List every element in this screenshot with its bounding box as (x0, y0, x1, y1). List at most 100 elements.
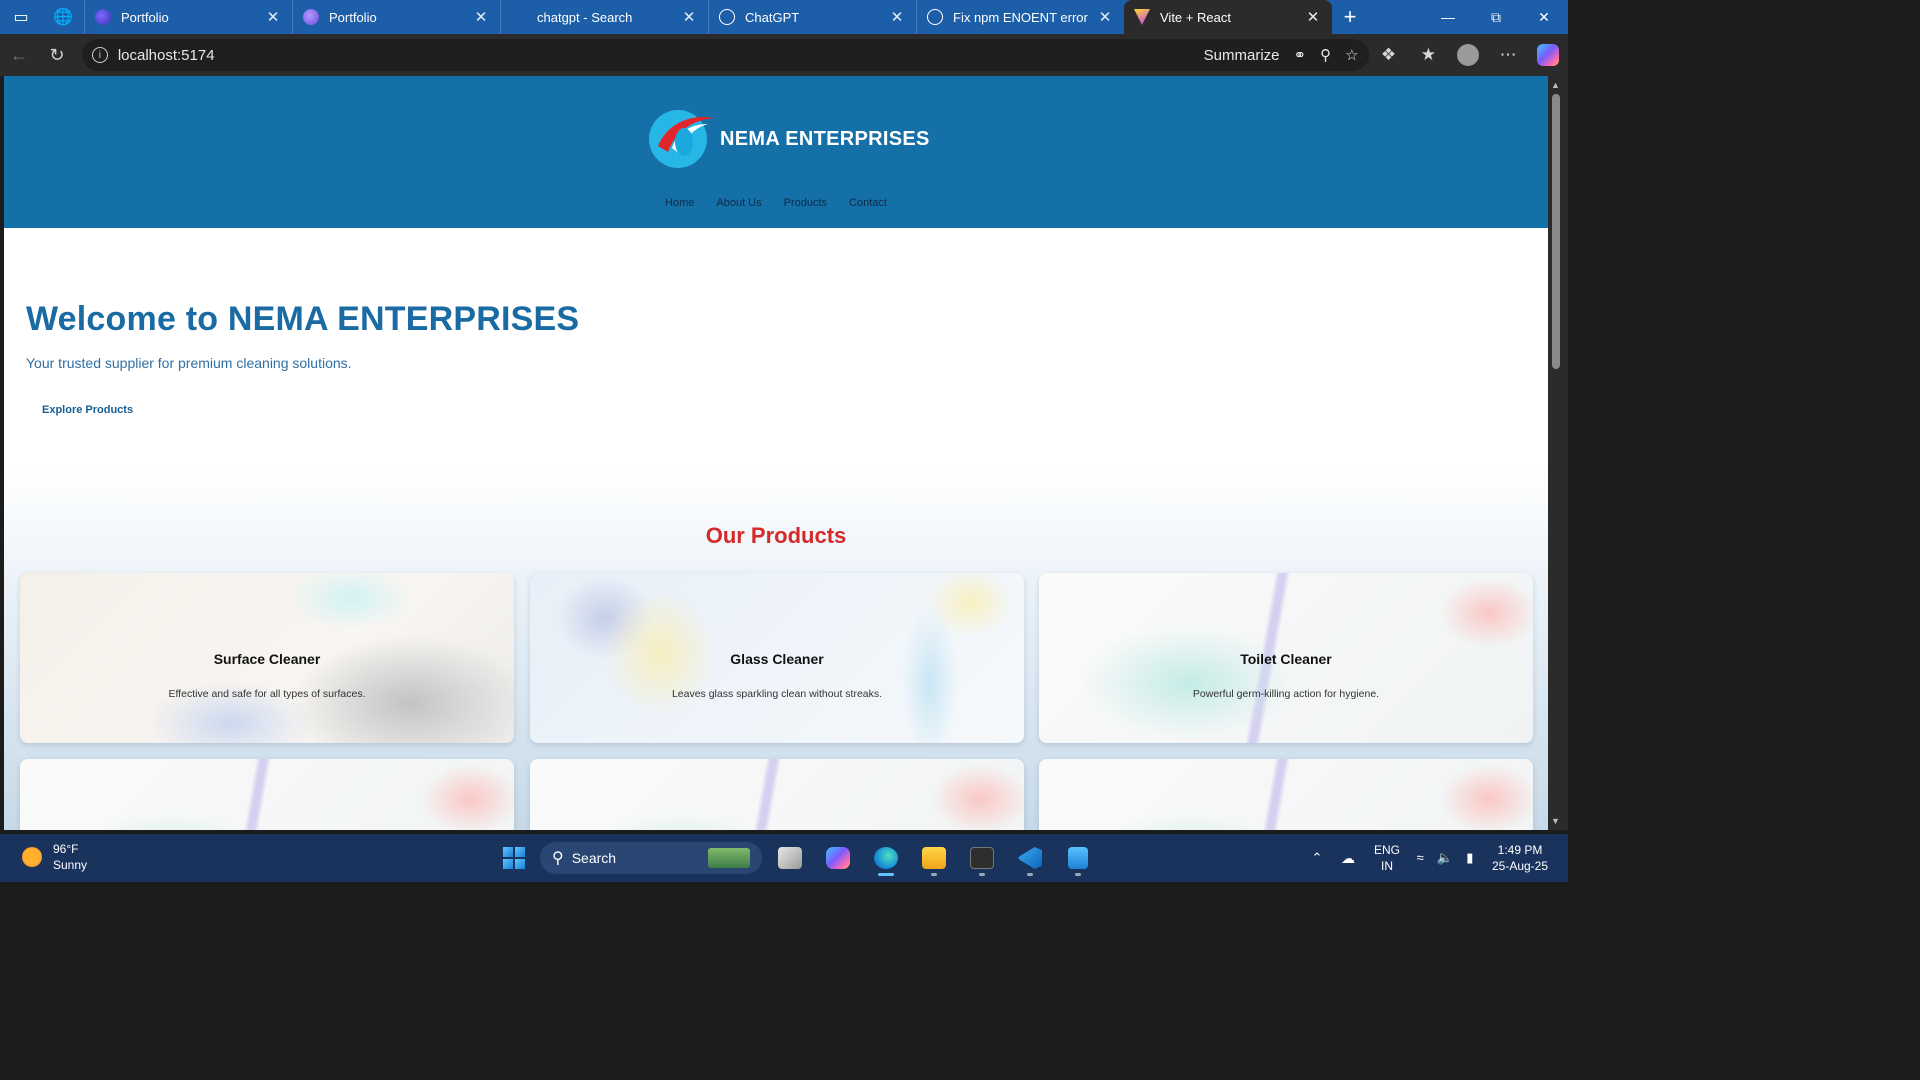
product-name: Toilet Cleaner (1240, 651, 1332, 667)
back-icon[interactable]: ← (0, 36, 38, 74)
copilot-icon[interactable] (818, 838, 858, 878)
profile-avatar-icon (1457, 44, 1480, 66)
close-tab-icon[interactable]: ✕ (1096, 8, 1114, 26)
weather-condition: Sunny (53, 858, 88, 872)
favorite-star-icon[interactable]: ☆ (1345, 46, 1358, 64)
window-controls: — ⧉ ✕ (1424, 0, 1568, 34)
close-tab-icon[interactable]: ✕ (680, 8, 698, 26)
copilot-button[interactable] (1528, 44, 1568, 66)
weather-widget[interactable]: 96°F Sunny (22, 841, 87, 873)
card-overlay (20, 759, 514, 830)
minimize-icon[interactable]: — (1424, 0, 1472, 34)
extensions-icon[interactable]: ❖ (1369, 45, 1409, 65)
file-explorer-icon[interactable] (914, 838, 954, 878)
product-card[interactable] (530, 759, 1024, 830)
tab-title: Vite + React (1160, 9, 1231, 25)
product-card[interactable] (1039, 759, 1533, 830)
hero-title: Welcome to NEMA ENTERPRISES (26, 300, 580, 338)
favorites-icon[interactable]: ★ (1408, 45, 1448, 65)
close-window-icon[interactable]: ✕ (1520, 0, 1568, 34)
product-name: Surface Cleaner (213, 651, 321, 667)
product-name: Glass Cleaner (730, 651, 824, 667)
language-indicator[interactable]: ENG IN (1364, 842, 1410, 874)
more-options-icon[interactable]: ⋯ (1488, 45, 1528, 65)
portfolio-favicon-icon (303, 9, 319, 25)
windows-logo-icon (503, 847, 525, 869)
tab-portfolio-2[interactable]: Portfolio ✕ (292, 0, 500, 34)
terminal-icon[interactable] (962, 838, 1002, 878)
tab-vite-react[interactable]: Vite + React ✕ (1124, 0, 1332, 34)
chatgpt-favicon-icon (927, 9, 943, 25)
taskbar-center: ⚲ Search (496, 838, 1098, 878)
chatgpt-favicon-icon (719, 9, 735, 25)
tab-portfolio-1[interactable]: Portfolio ✕ (84, 0, 292, 34)
close-tab-icon[interactable]: ✕ (472, 8, 490, 26)
product-card-toilet-cleaner[interactable]: Toilet Cleaner Powerful germ-killing act… (1039, 573, 1533, 743)
product-card[interactable] (20, 759, 514, 830)
tab-chatgpt[interactable]: ChatGPT ✕ (708, 0, 916, 34)
site-info-icon[interactable]: i (91, 47, 108, 63)
product-card-surface-cleaner[interactable]: Surface Cleaner Effective and safe for a… (20, 573, 514, 743)
start-button[interactable] (496, 840, 532, 876)
refresh-icon[interactable]: ↻ (38, 36, 76, 74)
address-bar[interactable]: i localhost:5174 Summarize ⚭ ⚲ ☆ (81, 39, 1369, 71)
close-tab-icon[interactable]: ✕ (1304, 8, 1322, 26)
scrollbar-thumb[interactable] (1552, 94, 1560, 369)
vscode-icon[interactable] (1010, 838, 1050, 878)
clock-time: 1:49 PM (1497, 843, 1543, 857)
taskbar-search[interactable]: ⚲ Search (540, 842, 762, 874)
page-scrollbar[interactable]: ▲ ▼ (1548, 76, 1568, 830)
tab-title: Portfolio (329, 9, 377, 25)
close-tab-icon[interactable]: ✕ (264, 8, 282, 26)
nav-products[interactable]: Products (784, 197, 827, 209)
zoom-out-icon[interactable]: ⚲ (1320, 46, 1331, 64)
tab-chatgpt-search[interactable]: chatgpt - Search ✕ (500, 0, 708, 34)
language-code: ENG (1373, 843, 1400, 857)
site-header: NEMA ENTERPRISES Home About Us Products … (4, 76, 1548, 228)
product-description: Effective and safe for all types of surf… (168, 688, 366, 700)
search-highlight-icon (708, 848, 750, 868)
nav-home[interactable]: Home (665, 197, 694, 209)
close-tab-icon[interactable]: ✕ (888, 8, 906, 26)
hero-section: Welcome to NEMA ENTERPRISES Your trusted… (4, 228, 1548, 468)
explore-products-button[interactable]: Explore Products (42, 404, 133, 416)
nav-about-us[interactable]: About Us (716, 197, 761, 209)
page-viewport: NEMA ENTERPRISES Home About Us Products … (4, 76, 1548, 830)
copilot-icon (1537, 44, 1560, 66)
hero-subtitle: Your trusted supplier for premium cleani… (26, 355, 352, 371)
edge-icon[interactable] (866, 838, 906, 878)
product-description: Powerful germ-killing action for hygiene… (1192, 688, 1380, 700)
tab-title: Portfolio (121, 9, 169, 25)
scroll-down-icon[interactable]: ▼ (1551, 816, 1560, 826)
card-overlay (530, 759, 1024, 830)
nav-contact[interactable]: Contact (849, 197, 887, 209)
company-logo-icon (648, 108, 714, 170)
url-text[interactable]: localhost:5174 (118, 47, 1204, 64)
sidebar-toggle-icon[interactable]: ▭ (0, 0, 42, 34)
taskbar: 96°F Sunny ⚲ Search ⌃ ☁ ENG IN ≈ 🔈 ▮ 1:4… (0, 834, 1568, 882)
browser-titlebar: ▭ 🌐 Portfolio ✕ Portfolio ✕ chatgpt - Se… (0, 0, 1568, 34)
quick-settings[interactable]: ≈ 🔈 ▮ (1410, 850, 1480, 866)
vite-favicon-icon (1134, 9, 1150, 25)
workspaces-globe-icon[interactable]: 🌐 (42, 0, 84, 34)
taskbar-search-placeholder: Search (571, 850, 617, 866)
notepad-icon[interactable] (1058, 838, 1098, 878)
brand[interactable]: NEMA ENTERPRISES (648, 108, 930, 170)
onedrive-cloud-icon[interactable]: ☁ (1332, 850, 1364, 867)
clock[interactable]: 1:49 PM 25-Aug-25 (1480, 842, 1568, 874)
sun-icon (22, 847, 42, 867)
profile-button[interactable] (1448, 44, 1488, 66)
scroll-up-icon[interactable]: ▲ (1551, 80, 1560, 90)
tab-fix-npm[interactable]: Fix npm ENOENT error ✕ (916, 0, 1124, 34)
product-card-glass-cleaner[interactable]: Glass Cleaner Leaves glass sparkling cle… (530, 573, 1024, 743)
restore-icon[interactable]: ⧉ (1472, 0, 1520, 34)
show-hidden-icons-icon[interactable]: ⌃ (1302, 850, 1332, 866)
summarize-button[interactable]: Summarize (1204, 47, 1280, 64)
card-overlay (1039, 759, 1533, 830)
products-title: Our Products (705, 523, 847, 548)
summarize-icon[interactable]: ⚭ (1294, 46, 1307, 64)
tab-title: Fix npm ENOENT error (953, 9, 1088, 25)
task-view-icon[interactable] (770, 838, 810, 878)
clock-date: 25-Aug-25 (1491, 859, 1549, 873)
new-tab-icon[interactable]: + (1332, 0, 1368, 34)
